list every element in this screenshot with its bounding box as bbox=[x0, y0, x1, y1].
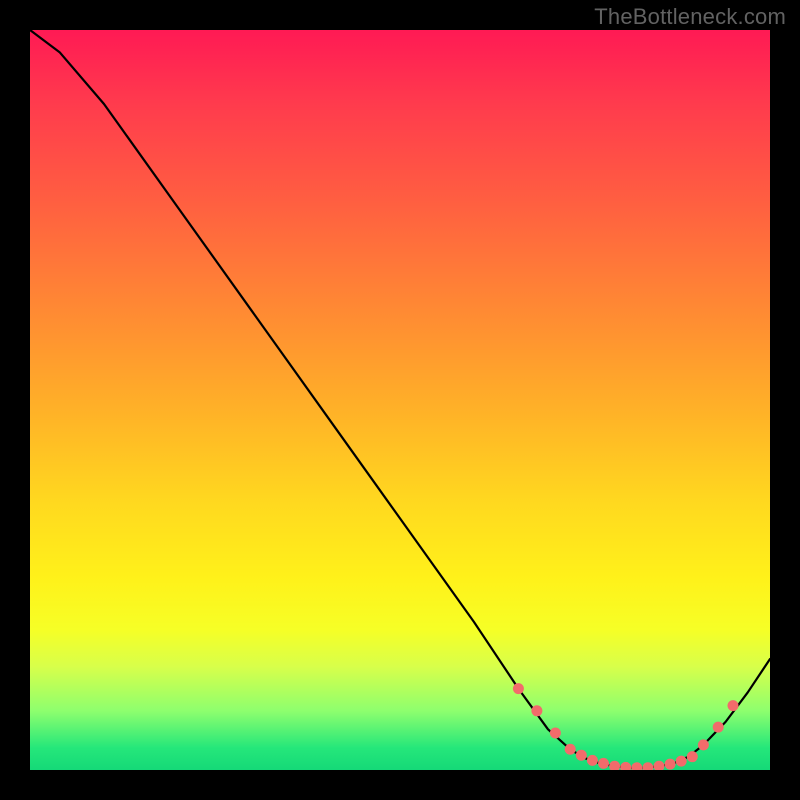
watermark-label: TheBottleneck.com bbox=[594, 4, 786, 30]
valley-marker bbox=[642, 762, 653, 770]
chart-frame: TheBottleneck.com bbox=[0, 0, 800, 800]
valley-marker bbox=[620, 762, 631, 770]
valley-marker bbox=[687, 751, 698, 762]
bottleneck-curve-line bbox=[30, 30, 770, 768]
valley-marker bbox=[598, 758, 609, 769]
valley-marker bbox=[654, 761, 665, 770]
bottleneck-curve-svg bbox=[30, 30, 770, 770]
plot-area bbox=[30, 30, 770, 770]
valley-marker bbox=[728, 700, 739, 711]
valley-marker bbox=[576, 750, 587, 761]
valley-marker bbox=[676, 756, 687, 767]
valley-marker bbox=[609, 761, 620, 770]
valley-marker bbox=[565, 744, 576, 755]
valley-marker bbox=[550, 728, 561, 739]
valley-marker bbox=[631, 762, 642, 770]
valley-marker bbox=[531, 705, 542, 716]
valley-marker bbox=[513, 683, 524, 694]
valley-marker bbox=[713, 722, 724, 733]
valley-marker bbox=[665, 759, 676, 770]
valley-marker bbox=[587, 755, 598, 766]
valley-marker bbox=[698, 739, 709, 750]
